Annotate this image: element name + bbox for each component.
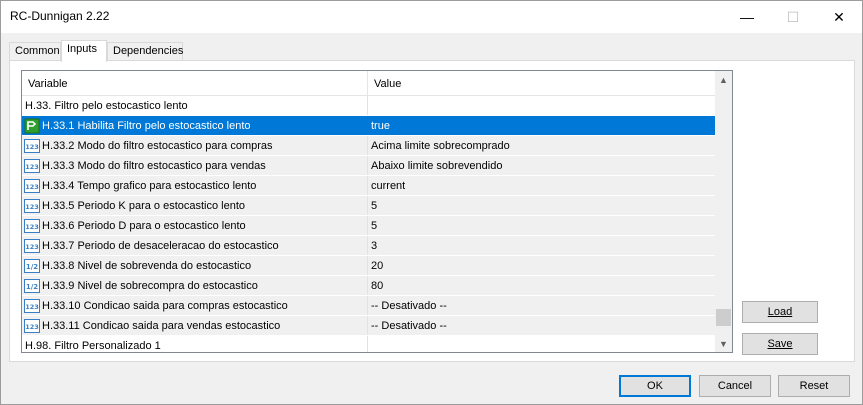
variable-cell[interactable]: 1/2 H.33.9 Nivel de sobrecompra do estoca… bbox=[22, 276, 368, 295]
variable-label: H.33.2 Modo do filtro estocastico para c… bbox=[42, 140, 273, 152]
param-row[interactable]: 123 H.33.5 Periodo K para o estocastico l… bbox=[22, 196, 715, 216]
variable-cell[interactable]: 123 H.33.11 Condicao saida para vendas es… bbox=[22, 316, 368, 335]
int-icon: 123 bbox=[24, 319, 40, 333]
group-row[interactable]: H.33. Filtro pelo estocastico lento bbox=[22, 96, 715, 116]
icon-glyph: 123 bbox=[25, 303, 39, 311]
icon-glyph: 123 bbox=[25, 203, 39, 211]
tab-common[interactable]: Common bbox=[9, 42, 61, 61]
tab-inputs[interactable]: Inputs bbox=[61, 40, 107, 62]
variable-cell[interactable]: 123 H.33.7 Periodo de desaceleracao do es… bbox=[22, 236, 368, 255]
group-row[interactable]: H.98. Filtro Personalizado 1 bbox=[22, 336, 715, 352]
value-cell[interactable]: true bbox=[368, 116, 715, 135]
value-cell[interactable] bbox=[368, 336, 715, 352]
inputs-panel: Variable Value H.33. Filtro pelo estocas… bbox=[9, 60, 855, 362]
variable-cell[interactable]: 123 H.33.10 Condicao saida para compras e… bbox=[22, 296, 368, 315]
variable-label: H.33.9 Nivel de sobrecompra do estocasti… bbox=[42, 280, 258, 292]
icon-glyph: 123 bbox=[25, 183, 39, 191]
save-button[interactable]: Save bbox=[742, 333, 818, 355]
param-row[interactable]: 123 H.33.7 Periodo de desaceleracao do es… bbox=[22, 236, 715, 256]
variable-cell[interactable]: 123 H.33.3 Modo do filtro estocastico par… bbox=[22, 156, 368, 175]
int-icon: 123 bbox=[24, 179, 40, 193]
variable-label: H.33.4 Tempo grafico para estocastico le… bbox=[42, 180, 257, 192]
icon-glyph: 123 bbox=[25, 323, 39, 331]
variable-label: H.33.6 Periodo D para o estocastico lent… bbox=[42, 220, 246, 232]
param-row[interactable]: 123 H.33.6 Periodo D para o estocastico l… bbox=[22, 216, 715, 236]
value-cell[interactable]: -- Desativado -- bbox=[368, 316, 715, 335]
variable-cell[interactable]: 1/2 H.33.8 Nivel de sobrevenda do estocas… bbox=[22, 256, 368, 275]
icon-glyph: 123 bbox=[25, 243, 39, 251]
double-icon: 1/2 bbox=[24, 279, 40, 293]
ok-button[interactable]: OK bbox=[619, 375, 691, 397]
param-row[interactable]: 123 H.33.4 Tempo grafico para estocastico… bbox=[22, 176, 715, 196]
param-row[interactable]: 1/2 H.33.8 Nivel de sobrevenda do estocas… bbox=[22, 256, 715, 276]
int-icon: 123 bbox=[24, 159, 40, 173]
value-cell[interactable]: current bbox=[368, 176, 715, 195]
variable-label: H.33.11 Condicao saida para vendas estoc… bbox=[42, 320, 281, 332]
value-cell[interactable]: -- Desativado -- bbox=[368, 296, 715, 315]
close-button[interactable]: ✕ bbox=[816, 1, 862, 33]
grid-header: Variable Value bbox=[22, 71, 715, 96]
variable-cell[interactable]: 123 H.33.6 Periodo D para o estocastico l… bbox=[22, 216, 368, 235]
param-row[interactable]: 123 H.33.10 Condicao saida para compras e… bbox=[22, 296, 715, 316]
minimize-button[interactable]: — bbox=[724, 1, 770, 33]
value-cell[interactable]: 80 bbox=[368, 276, 715, 295]
tab-dependencies[interactable]: Dependencies bbox=[107, 42, 183, 61]
variable-label: H.33.8 Nivel de sobrevenda do estocastic… bbox=[42, 260, 252, 272]
scroll-thumb[interactable] bbox=[716, 309, 731, 326]
column-header-value[interactable]: Value bbox=[368, 71, 715, 96]
maximize-button[interactable]: ☐ bbox=[770, 1, 816, 33]
bool-icon bbox=[24, 118, 40, 134]
vertical-scrollbar[interactable]: ▲ ▼ bbox=[715, 71, 732, 352]
value-cell[interactable]: 3 bbox=[368, 236, 715, 255]
save-button-label: Save bbox=[767, 338, 793, 350]
variable-cell[interactable]: H.33.1 Habilita Filtro pelo estocastico … bbox=[22, 116, 368, 135]
window-title: RC-Dunnigan 2.22 bbox=[10, 9, 110, 23]
variable-cell[interactable]: 123 H.33.5 Periodo K para o estocastico l… bbox=[22, 196, 368, 215]
icon-glyph: 1/2 bbox=[26, 283, 38, 291]
cancel-button[interactable]: Cancel bbox=[699, 375, 771, 397]
param-row[interactable]: 1/2 H.33.9 Nivel de sobrecompra do estoca… bbox=[22, 276, 715, 296]
param-row[interactable]: 123 H.33.3 Modo do filtro estocastico par… bbox=[22, 156, 715, 176]
value-cell[interactable]: Abaixo limite sobrevendido bbox=[368, 156, 715, 175]
value-cell[interactable] bbox=[368, 96, 715, 115]
variable-cell[interactable]: H.33. Filtro pelo estocastico lento bbox=[22, 96, 368, 115]
load-button-label: Load bbox=[767, 306, 793, 318]
int-icon: 123 bbox=[24, 299, 40, 313]
icon-glyph: 123 bbox=[25, 143, 39, 151]
int-icon: 123 bbox=[24, 239, 40, 253]
param-row[interactable]: 123 H.33.11 Condicao saida para vendas es… bbox=[22, 316, 715, 336]
int-icon: 123 bbox=[24, 219, 40, 233]
variable-cell[interactable]: H.98. Filtro Personalizado 1 bbox=[22, 336, 368, 352]
scroll-up-icon[interactable]: ▲ bbox=[715, 71, 732, 88]
icon-glyph: 123 bbox=[25, 223, 39, 231]
inputs-grid[interactable]: Variable Value H.33. Filtro pelo estocas… bbox=[21, 70, 733, 353]
scroll-down-icon[interactable]: ▼ bbox=[715, 335, 732, 352]
icon-glyph: 123 bbox=[25, 163, 39, 171]
value-cell[interactable]: 20 bbox=[368, 256, 715, 275]
load-button[interactable]: Load bbox=[742, 301, 818, 323]
variable-cell[interactable]: 123 H.33.4 Tempo grafico para estocastico… bbox=[22, 176, 368, 195]
variable-label: H.33.10 Condicao saida para compras esto… bbox=[42, 300, 288, 312]
column-header-variable[interactable]: Variable bbox=[22, 71, 368, 96]
variable-label: H.33.3 Modo do filtro estocastico para v… bbox=[42, 160, 266, 172]
double-icon: 1/2 bbox=[24, 259, 40, 273]
value-cell[interactable]: 5 bbox=[368, 216, 715, 235]
value-cell[interactable]: Acima limite sobrecomprado bbox=[368, 136, 715, 155]
param-row[interactable]: H.33.1 Habilita Filtro pelo estocastico … bbox=[22, 116, 715, 136]
variable-label: H.33.7 Periodo de desaceleracao do estoc… bbox=[42, 240, 279, 252]
value-cell[interactable]: 5 bbox=[368, 196, 715, 215]
variable-label: H.33.5 Periodo K para o estocastico lent… bbox=[42, 200, 246, 212]
variable-label: H.33.1 Habilita Filtro pelo estocastico … bbox=[42, 120, 251, 132]
icon-glyph: 1/2 bbox=[26, 263, 38, 271]
int-icon: 123 bbox=[24, 199, 40, 213]
title-bar: RC-Dunnigan 2.22 — ☐ ✕ bbox=[1, 1, 862, 33]
reset-button[interactable]: Reset bbox=[778, 375, 850, 397]
int-icon: 123 bbox=[24, 139, 40, 153]
param-row[interactable]: 123 H.33.2 Modo do filtro estocastico par… bbox=[22, 136, 715, 156]
variable-cell[interactable]: 123 H.33.2 Modo do filtro estocastico par… bbox=[22, 136, 368, 155]
dialog-window: RC-Dunnigan 2.22 — ☐ ✕ Common Inputs Dep… bbox=[0, 0, 863, 405]
